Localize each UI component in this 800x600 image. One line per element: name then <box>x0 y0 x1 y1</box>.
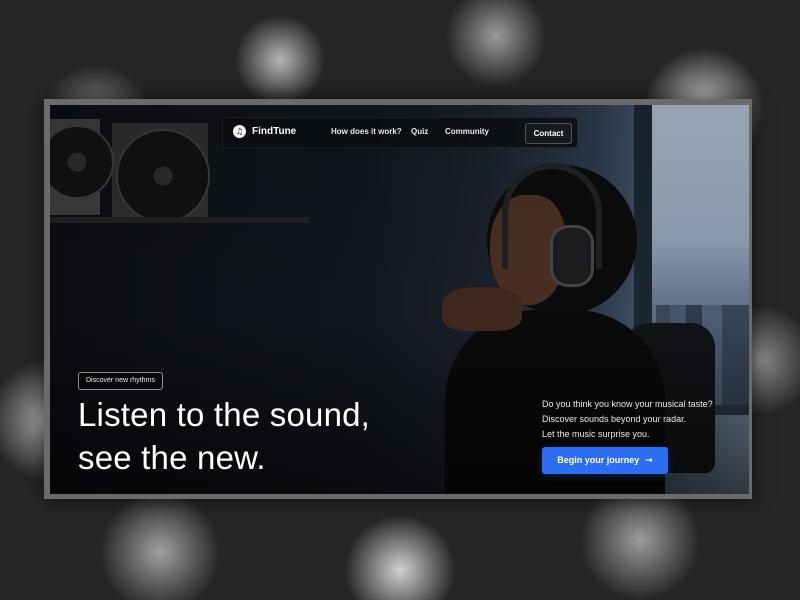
begin-journey-label: Begin your journey <box>557 455 640 465</box>
nav-link-how-it-works[interactable]: How does it work? <box>331 127 402 136</box>
hero-headline-line: Listen to the sound, <box>78 396 371 433</box>
top-navbar: ♫ FindTune How does it work? Quiz Commun… <box>222 117 578 148</box>
arrow-right-icon: → <box>645 456 653 466</box>
nav-link-quiz[interactable]: Quiz <box>411 127 428 136</box>
hero-description: Do you think you know your musical taste… <box>542 397 742 442</box>
hero-tag: Discover new rhythms <box>78 372 163 390</box>
hero-headline-line: see the new. <box>78 439 266 476</box>
hero-description-line: Do you think you know your musical taste… <box>542 399 713 409</box>
music-note-icon: ♫ <box>233 125 246 138</box>
brand-logo[interactable]: ♫ FindTune <box>233 125 296 138</box>
hero-headline: Listen to the sound, see the new. <box>78 393 458 479</box>
contact-button[interactable]: Contact <box>525 123 572 144</box>
begin-journey-button[interactable]: Begin your journey → <box>542 447 668 474</box>
hero-screen: ♫ FindTune How does it work? Quiz Commun… <box>50 105 749 494</box>
nav-link-community[interactable]: Community <box>445 127 489 136</box>
brand-name: FindTune <box>252 126 297 137</box>
hero-description-line: Discover sounds beyond your radar. <box>542 414 687 424</box>
hero-description-line: Let the music surprise you. <box>542 429 650 439</box>
